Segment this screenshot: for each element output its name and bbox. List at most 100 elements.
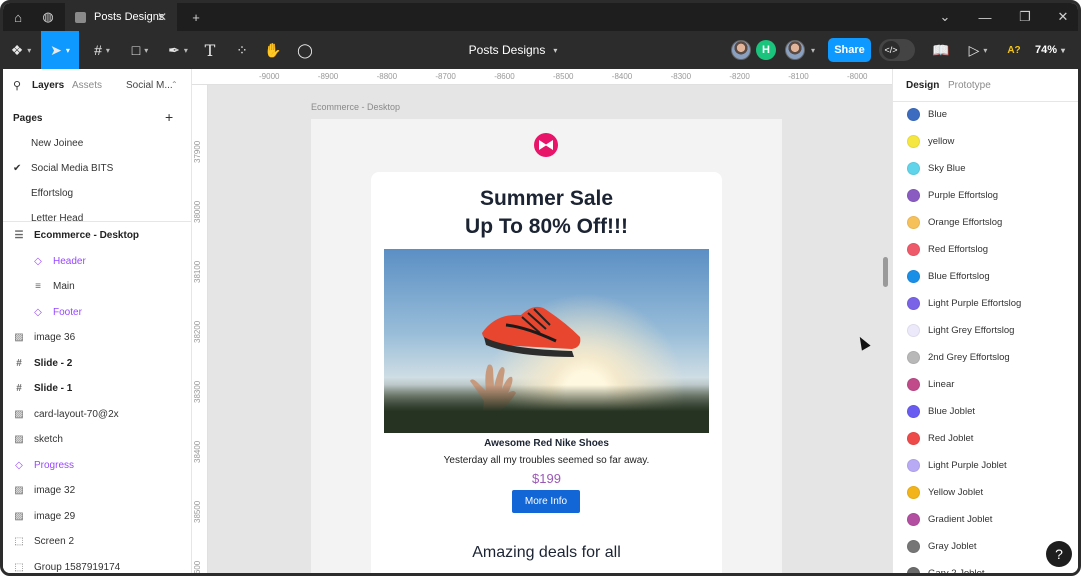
close-tab-icon[interactable]: ✕ — [157, 10, 167, 24]
share-button[interactable]: Share — [828, 38, 871, 62]
color-swatch — [907, 189, 920, 202]
frame-icon: # — [16, 357, 22, 369]
tab-prototype[interactable]: Prototype — [948, 80, 991, 91]
home-icon[interactable]: ⌂ — [3, 3, 33, 31]
zoom-menu[interactable]: 74% ▾ — [1035, 31, 1065, 69]
new-tab-icon[interactable]: + — [181, 3, 211, 31]
headline-line-1: Summer Sale — [479, 187, 614, 210]
text-tool-button[interactable]: T — [199, 31, 221, 69]
file-tab[interactable]: Posts Designs ✕ — [65, 3, 177, 31]
avatar[interactable] — [731, 40, 751, 60]
dev-mode-toggle[interactable]: </> — [879, 39, 915, 61]
library-button[interactable]: 📖 — [929, 31, 953, 69]
pen-tool-button[interactable]: ✒ ▾ — [161, 31, 195, 69]
layer-row[interactable]: ▨ image 32 — [3, 478, 191, 503]
layer-row[interactable]: ▨ sketch — [3, 427, 191, 452]
color-style-label: Blue Effortslog — [928, 271, 990, 282]
product-photo[interactable] — [384, 249, 709, 433]
current-page-dropdown[interactable]: Social M... — [126, 80, 173, 91]
color-swatch — [907, 486, 920, 499]
layer-label: Ecommerce - Desktop — [34, 230, 140, 241]
color-style-item[interactable]: Light Purple Effortslog — [893, 290, 1078, 317]
product-name: Awesome Red Nike Shoes — [484, 438, 609, 449]
comment-tool-button[interactable]: ◯ — [293, 31, 317, 69]
minimize-icon[interactable]: — — [965, 3, 1005, 31]
color-style-item[interactable]: Light Purple Joblet — [893, 452, 1078, 479]
page-item[interactable]: ✔ Social Media BITS — [3, 156, 191, 180]
color-style-item[interactable]: Red Joblet — [893, 425, 1078, 452]
move-tool-button[interactable]: ➤ ▾ — [41, 31, 79, 69]
right-panel-tabs: Design Prototype — [893, 69, 1078, 102]
email-card[interactable]: Summer Sale Up To 80% Off!!! Awesome Red… — [371, 172, 722, 573]
layer-row[interactable]: ⬚ Screen 2 — [3, 529, 191, 554]
close-window-icon[interactable]: ✕ — [1043, 3, 1078, 31]
toolbar: ❖ ▾ ➤ ▾ # ▾ □ ▾ ✒ ▾ T ⁘ ✋ ◯ Posts Designs ▾ — [3, 31, 1078, 69]
resources-button[interactable]: ⁘ — [231, 31, 253, 69]
layer-row[interactable]: # Slide - 2 — [3, 351, 191, 376]
color-style-item[interactable]: yellow — [893, 128, 1078, 155]
tab-design[interactable]: Design — [906, 80, 939, 91]
layer-row[interactable]: # Slide - 1 — [3, 376, 191, 401]
product-price: $199 — [532, 471, 561, 486]
layer-row[interactable]: ≡ Main — [3, 274, 191, 299]
page-item-label: Effortslog — [31, 187, 74, 199]
canvas[interactable]: -9000 -8900 -8800 -8700 -8600 -8500 -8400 -8300… — [192, 69, 892, 576]
layer-row[interactable]: ☰ Ecommerce - Desktop — [3, 223, 191, 248]
color-swatch — [907, 270, 920, 283]
layer-row[interactable]: ▨ card-layout-70@2x — [3, 402, 191, 427]
layer-row[interactable]: ◇ Header — [3, 249, 191, 274]
color-style-item[interactable]: Blue Effortslog — [893, 263, 1078, 290]
add-page-icon[interactable]: + — [165, 109, 173, 125]
ruler-tick-label: 38600 — [193, 560, 202, 576]
color-style-item[interactable]: Purple Effortslog — [893, 182, 1078, 209]
avatar-menu-chevron[interactable]: ▾ — [807, 31, 819, 69]
color-style-item[interactable]: Light Grey Effortslog — [893, 317, 1078, 344]
page-item[interactable]: New Joinee — [3, 131, 191, 155]
frame-tool-button[interactable]: # ▾ — [85, 31, 119, 69]
pages-heading: Pages — [13, 113, 43, 124]
layer-row[interactable]: ◇ Progress — [3, 453, 191, 478]
color-style-item[interactable]: Blue Joblet — [893, 398, 1078, 425]
color-style-item[interactable]: Sky Blue — [893, 155, 1078, 182]
main-menu-button[interactable]: ❖ ▾ — [3, 31, 39, 69]
zoom-level: 74% — [1035, 44, 1058, 56]
layer-label: Header — [53, 255, 86, 267]
help-button[interactable]: ? — [1046, 541, 1072, 567]
layer-row[interactable]: ◇ Footer — [3, 300, 191, 325]
ruler-tick-label: 38000 — [193, 200, 202, 223]
chevron-down-icon[interactable]: ⌄ — [925, 3, 965, 31]
frame-label[interactable]: Ecommerce - Desktop — [311, 102, 400, 112]
color-style-item[interactable]: Orange Effortslog — [893, 209, 1078, 236]
more-info-button[interactable]: More Info — [512, 490, 580, 513]
layer-row[interactable]: ▨ image 36 — [3, 325, 191, 350]
avatar-initial[interactable]: H — [756, 40, 776, 60]
tab-layers[interactable]: Layers — [32, 80, 64, 91]
hand-tool-button[interactable]: ✋ — [261, 31, 285, 69]
globe-icon[interactable]: ◍ — [33, 3, 63, 31]
color-style-item[interactable]: 2nd Grey Effortslog — [893, 344, 1078, 371]
layer-row[interactable]: ▨ image 29 — [3, 504, 191, 529]
page-item[interactable]: Effortslog — [3, 181, 191, 205]
search-icon[interactable]: ⚲ — [13, 79, 21, 92]
color-style-item[interactable]: Yellow Joblet — [893, 479, 1078, 506]
file-title-menu[interactable]: Posts Designs ▾ — [443, 31, 583, 69]
layer-row[interactable]: ⬚ Group 1587919174 — [3, 555, 191, 574]
color-style-item[interactable]: Red Effortslog — [893, 236, 1078, 263]
ruler-vertical: 37900 38000 38100 38200 38300 38400 38500 38600 — [192, 85, 208, 576]
font-warning-button[interactable]: A? — [1003, 31, 1025, 69]
maximize-icon[interactable]: ❐ — [1005, 3, 1045, 31]
ecommerce-frame[interactable]: Summer Sale Up To 80% Off!!! Awesome Red… — [311, 119, 782, 573]
chevron-up-icon[interactable]: ⌃ — [171, 80, 178, 89]
color-swatch — [907, 432, 920, 445]
user-avatar[interactable] — [785, 40, 805, 60]
present-button[interactable]: ▷ ▾ — [963, 31, 993, 69]
ruler-tick-label: -8900 — [317, 72, 339, 81]
page-item-label: New Joinee — [31, 137, 84, 149]
vertical-scrollbar[interactable] — [883, 257, 888, 287]
color-style-item[interactable]: Blue — [893, 101, 1078, 128]
color-style-item[interactable]: Gradient Joblet — [893, 506, 1078, 533]
comment-bubble-icon: ◯ — [297, 41, 313, 58]
tab-assets[interactable]: Assets — [72, 80, 102, 91]
shape-tool-button[interactable]: □ ▾ — [123, 31, 157, 69]
color-style-item[interactable]: Linear — [893, 371, 1078, 398]
